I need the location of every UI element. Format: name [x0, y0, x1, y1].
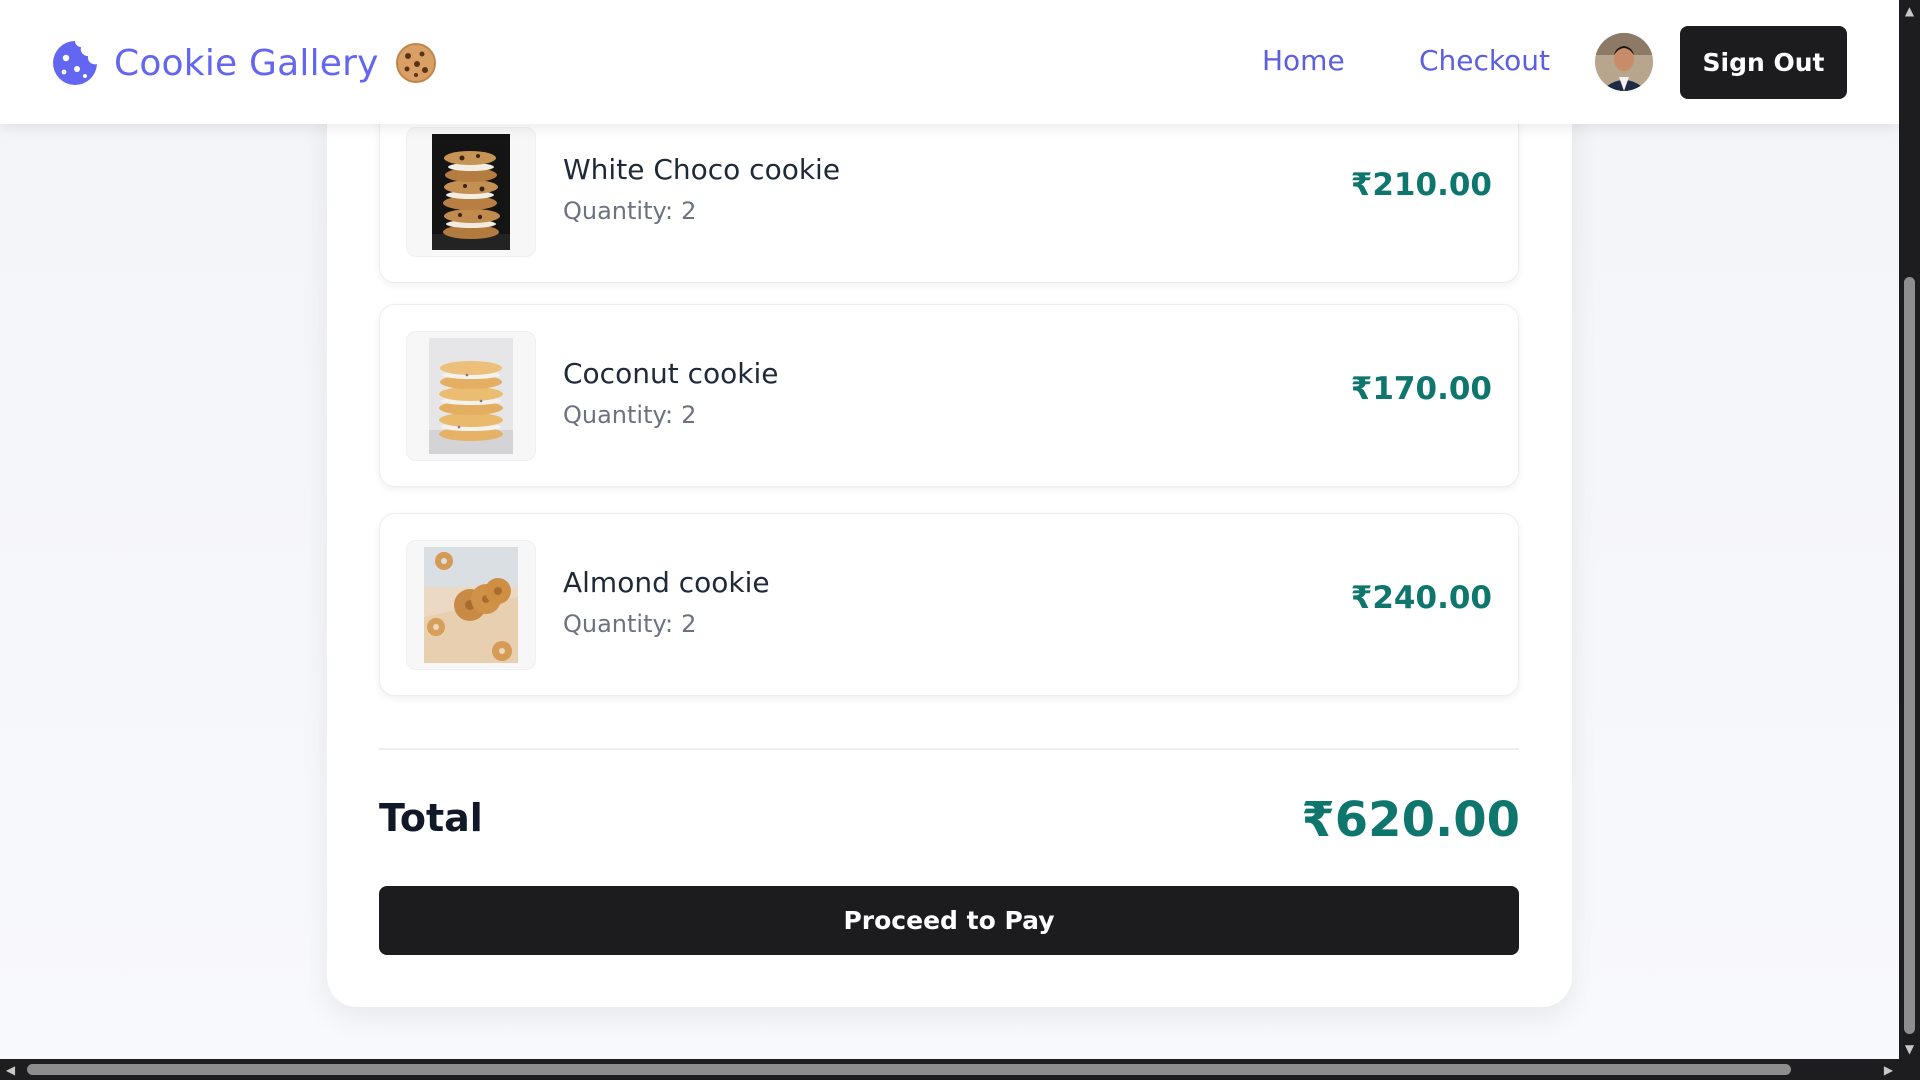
nav-home-link[interactable]: Home [1262, 44, 1345, 77]
vertical-scroll-thumb[interactable] [1904, 277, 1915, 1034]
total-value: ₹620.00 [1301, 792, 1520, 848]
cart-item: White Choco cookie Quantity: 2 ₹210.00 [379, 100, 1519, 283]
quantity-label: Quantity: [563, 197, 674, 225]
proceed-to-pay-button[interactable]: Proceed to Pay [379, 886, 1519, 955]
item-price: ₹240.00 [1350, 580, 1492, 616]
coconut-sandwich-cookies-image [429, 338, 513, 454]
scroll-down-icon[interactable]: ▼ [1899, 1038, 1920, 1059]
nav-checkout-link[interactable]: Checkout [1419, 44, 1550, 77]
quantity-label: Quantity: [563, 401, 674, 429]
page-viewport: White Choco cookie Quantity: 2 ₹210.00 C… [0, 0, 1899, 1059]
total-label: Total [379, 796, 483, 840]
quantity-value: 2 [681, 401, 697, 429]
cookie-emoji-icon [395, 43, 436, 83]
scroll-right-icon[interactable]: ▶ [1878, 1059, 1899, 1080]
total-divider [379, 748, 1519, 750]
quantity-value: 2 [681, 197, 697, 225]
vertical-scrollbar[interactable]: ▲ ▼ [1899, 0, 1920, 1059]
item-name: Coconut cookie [563, 357, 779, 390]
horizontal-scrollbar[interactable]: ◀ ▶ [0, 1059, 1899, 1080]
item-quantity: Quantity: 2 [563, 197, 696, 225]
quantity-value: 2 [681, 610, 697, 638]
brand-logo[interactable]: Cookie Gallery [50, 36, 437, 90]
item-name: Almond cookie [563, 566, 770, 599]
item-name: White Choco cookie [563, 153, 841, 186]
stacked-cookies-image [432, 134, 510, 250]
top-navbar: Cookie Gallery Home Checkout Sign Out [0, 0, 1899, 124]
item-quantity: Quantity: 2 [563, 610, 696, 638]
user-avatar[interactable] [1595, 33, 1653, 91]
item-image-frame [406, 540, 536, 670]
horizontal-scroll-thumb[interactable] [27, 1064, 1791, 1075]
user-avatar-image [1595, 33, 1653, 91]
item-price: ₹170.00 [1350, 371, 1492, 407]
brand-name: Cookie Gallery [114, 42, 379, 84]
quantity-label: Quantity: [563, 610, 674, 638]
cart-item: Coconut cookie Quantity: 2 ₹170.00 [379, 304, 1519, 487]
item-image-frame [406, 331, 536, 461]
item-image-frame [406, 127, 536, 257]
item-quantity: Quantity: 2 [563, 401, 696, 429]
cart-item: Almond cookie Quantity: 2 ₹240.00 [379, 513, 1519, 696]
scrollbar-corner [1899, 1059, 1920, 1080]
item-price: ₹210.00 [1350, 167, 1492, 203]
sign-out-button[interactable]: Sign Out [1680, 26, 1847, 99]
cookie-icon [53, 41, 97, 85]
scroll-up-icon[interactable]: ▲ [1899, 0, 1920, 21]
almond-ring-cookies-image [424, 547, 518, 663]
checkout-card: White Choco cookie Quantity: 2 ₹210.00 C… [327, 40, 1572, 1007]
scroll-left-icon[interactable]: ◀ [0, 1059, 21, 1080]
